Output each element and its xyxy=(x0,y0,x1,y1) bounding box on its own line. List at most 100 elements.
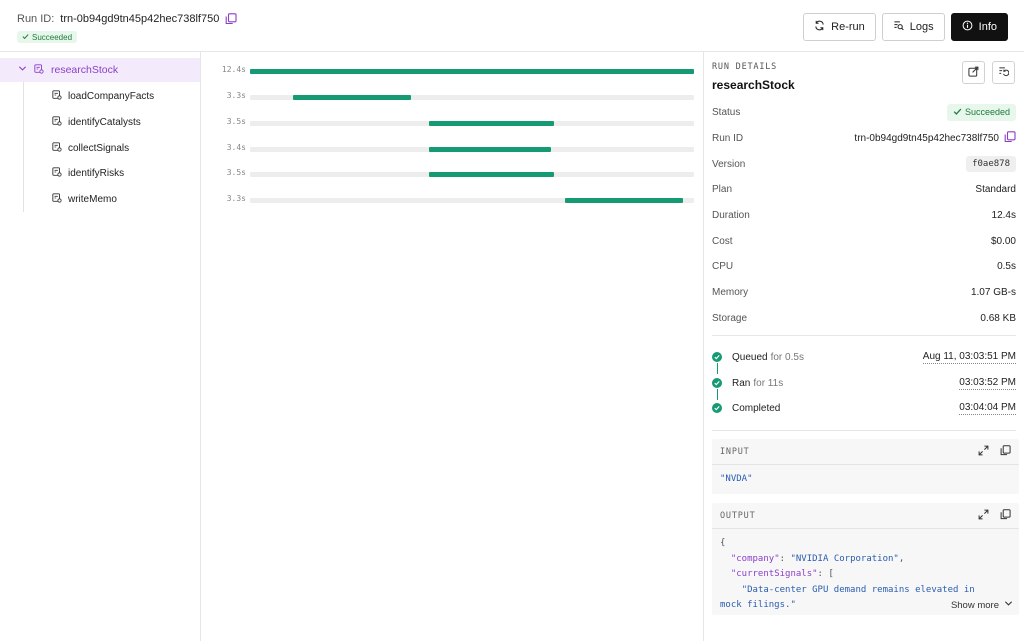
run-id-row: Run ID: trn-0b94gd9tn45p42hec738lf750 xyxy=(17,13,237,25)
timeline-duration: 3.5s xyxy=(226,117,246,126)
chevron-down-icon[interactable] xyxy=(18,64,27,76)
tree-item-writeMemo[interactable]: writeMemo xyxy=(52,189,117,209)
run-header: Run ID: trn-0b94gd9tn45p42hec738lf750 Su… xyxy=(0,0,1024,52)
detail-label: Memory xyxy=(712,286,749,298)
timeline-bar[interactable] xyxy=(292,95,412,100)
timeline-track xyxy=(250,95,694,100)
event-time[interactable]: 03:03:52 PM xyxy=(959,377,1016,390)
timeline-row[interactable]: 3.3s xyxy=(201,84,703,108)
show-more-button[interactable]: Show more xyxy=(944,599,1013,611)
timeline-duration: 3.3s xyxy=(226,91,246,100)
detail-memory: Memory 1.07 GB-s xyxy=(712,282,1016,302)
detail-value: trn-0b94gd9tn45p42hec738lf750 xyxy=(854,132,999,144)
detail-cost: Cost $0.00 xyxy=(712,231,1016,251)
code-colon: : xyxy=(779,553,791,564)
code-comma: , xyxy=(898,553,905,564)
status-badge: Succeeded xyxy=(17,31,78,43)
copy-icon[interactable] xyxy=(1000,508,1011,523)
expand-icon[interactable] xyxy=(978,445,989,459)
detail-value: Standard xyxy=(975,183,1016,195)
timeline-duration: 3.4s xyxy=(226,143,246,152)
detail-label: Version xyxy=(712,158,746,170)
detail-label: Status xyxy=(712,106,741,118)
event-name: Completed xyxy=(732,402,781,414)
logs-icon xyxy=(893,20,904,34)
expand-icon[interactable] xyxy=(978,509,989,523)
check-icon xyxy=(712,403,722,413)
status-text: Succeeded xyxy=(964,107,1010,117)
tree-item-researchStock[interactable]: researchStock xyxy=(0,58,200,82)
input-code: "NVDA" xyxy=(712,465,1019,495)
logs-label: Logs xyxy=(909,21,934,33)
event-time[interactable]: 03:04:04 PM xyxy=(959,402,1016,415)
open-external-button[interactable] xyxy=(962,61,985,84)
tree-item-identifyCatalysts[interactable]: identifyCatalysts xyxy=(52,112,141,132)
code-string: "Data-center GPU demand remains elevated… xyxy=(741,584,975,595)
timeline-track xyxy=(250,69,694,74)
input-panel: INPUT "NVDA" xyxy=(712,439,1019,494)
detail-version: Version f0ae878 xyxy=(712,154,1016,174)
timeline-bar[interactable] xyxy=(429,147,551,152)
detail-label: Cost xyxy=(712,235,733,247)
info-button[interactable]: Info xyxy=(950,13,1008,41)
detail-label: Run ID xyxy=(712,132,744,144)
tree-item-label: identifyCatalysts xyxy=(68,116,141,128)
timeline-bar[interactable] xyxy=(250,69,694,74)
task-icon xyxy=(52,192,62,206)
timeline-track xyxy=(250,147,694,152)
replay-button[interactable] xyxy=(992,61,1015,84)
section-label: RUN DETAILS xyxy=(712,62,778,72)
event-duration: for 0.5s xyxy=(770,351,804,363)
task-icon xyxy=(52,89,62,103)
input-value: "NVDA" xyxy=(720,474,753,484)
task-icon xyxy=(52,115,62,129)
rerun-button[interactable]: Re-run xyxy=(803,13,876,41)
divider xyxy=(712,430,1016,431)
timeline-row[interactable]: 3.5s xyxy=(201,110,703,134)
timeline-bar[interactable] xyxy=(429,121,555,126)
tree-item-identifyRisks[interactable]: identifyRisks xyxy=(52,163,124,183)
detail-label: CPU xyxy=(712,260,734,272)
run-timeline: 12.4s 3.3s 3.5s 3.4s 3.5s 3.3s xyxy=(201,52,703,641)
event-completed: Completed 03:04:04 PM xyxy=(712,399,1016,417)
timeline-track xyxy=(250,121,694,126)
timeline-bar[interactable] xyxy=(429,172,555,177)
code-string: mock filings." xyxy=(720,600,796,610)
refresh-icon xyxy=(814,20,825,34)
output-label: OUTPUT xyxy=(720,510,756,521)
timeline-row[interactable]: 3.5s xyxy=(201,161,703,185)
event-queued: Queued for 0.5s Aug 11, 03:03:51 PM xyxy=(712,348,1016,366)
timeline-bar[interactable] xyxy=(565,198,684,203)
code-key: "currentSignals" xyxy=(730,569,818,579)
replay-icon xyxy=(998,66,1010,80)
show-more-label: Show more xyxy=(950,599,999,611)
timeline-row[interactable]: 3.4s xyxy=(201,136,703,160)
task-title: researchStock xyxy=(712,78,795,92)
event-time[interactable]: Aug 11, 03:03:51 PM xyxy=(922,351,1016,364)
detail-status: Status Succeeded xyxy=(712,102,1016,122)
copy-icon[interactable] xyxy=(1004,130,1016,146)
tree-item-label: collectSignals xyxy=(68,142,130,154)
version-badge: f0ae878 xyxy=(966,156,1016,172)
tree-item-collectSignals[interactable]: collectSignals xyxy=(52,138,129,158)
timeline-duration: 3.3s xyxy=(226,194,246,203)
tree-item-label: writeMemo xyxy=(68,193,117,205)
task-icon xyxy=(52,141,62,155)
detail-run-id: Run ID trn-0b94gd9tn45p42hec738lf750 xyxy=(712,128,1016,148)
tree-item-label: researchStock xyxy=(51,64,119,76)
timeline-row[interactable]: 3.3s xyxy=(201,187,703,211)
logs-button[interactable]: Logs xyxy=(881,13,945,41)
detail-value: $0.00 xyxy=(990,235,1016,247)
detail-value: 0.68 KB xyxy=(980,312,1016,324)
tree-item-loadCompanyFacts[interactable]: loadCompanyFacts xyxy=(52,86,154,106)
event-ran: Ran for 11s 03:03:52 PM xyxy=(712,374,1016,392)
detail-duration: Duration 12.4s xyxy=(712,205,1016,225)
timeline-row[interactable]: 12.4s xyxy=(201,58,703,82)
run-id-label: Run ID: xyxy=(17,13,55,25)
task-icon xyxy=(52,166,62,180)
copy-icon[interactable] xyxy=(1000,444,1011,459)
copy-icon[interactable] xyxy=(225,13,237,25)
check-icon xyxy=(712,378,722,388)
divider xyxy=(712,335,1016,336)
info-label: Info xyxy=(978,21,997,33)
